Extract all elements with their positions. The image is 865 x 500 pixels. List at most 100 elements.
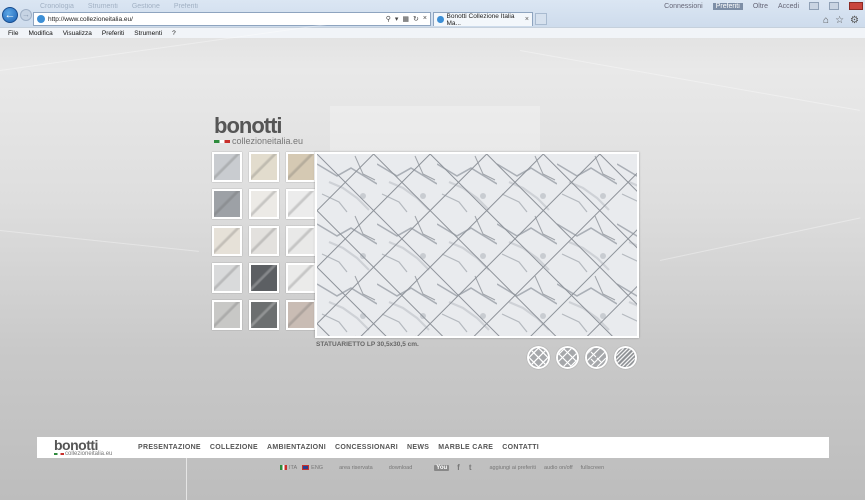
- background-panel: [330, 106, 540, 154]
- right-label: Accedi: [777, 2, 799, 10]
- diamond-pattern-icon: [529, 348, 548, 367]
- marble-thumbnail[interactable]: [286, 263, 316, 293]
- footer-navbar: bonotti collezioneitalia.eu PRESENTAZION…: [37, 437, 829, 458]
- pattern-selector: [527, 346, 637, 369]
- decorative-line: [186, 458, 187, 500]
- home-icon[interactable]: ⌂: [823, 15, 829, 26]
- facebook-icon[interactable]: f: [457, 463, 460, 472]
- marble-thumbnail[interactable]: [286, 300, 316, 330]
- tab-title: Bonotti Collezione Italia Ma...: [446, 12, 515, 27]
- menu-preferiti[interactable]: Preferiti: [102, 30, 124, 37]
- marble-thumbnail[interactable]: [249, 300, 279, 330]
- diagonal-pattern-icon: [558, 348, 577, 367]
- lang-ita-label: ITA: [289, 464, 298, 471]
- area-riservata-link[interactable]: area riservata: [339, 465, 373, 471]
- pattern-diagonal-button[interactable]: [556, 346, 579, 369]
- nav-ambientazioni[interactable]: AMBIENTAZIONI: [267, 444, 326, 451]
- nav-news[interactable]: NEWS: [407, 444, 429, 451]
- fullscreen-link[interactable]: fullscreen: [581, 465, 605, 471]
- faded-item: Preferiti: [173, 3, 198, 10]
- herringbone-pattern-icon: [587, 348, 606, 367]
- main-nav: PRESENTAZIONE COLLEZIONE AMBIENTAZIONI C…: [138, 444, 539, 451]
- menu-bar: File Modifica Visualizza Preferiti Strum…: [0, 27, 865, 38]
- marble-thumbnail-grid: [212, 152, 316, 330]
- menu-file[interactable]: File: [8, 30, 18, 37]
- new-tab-button[interactable]: [535, 13, 547, 25]
- marble-vein: [0, 230, 199, 252]
- italy-flag-icon: [280, 465, 287, 470]
- url-text[interactable]: http://www.collezioneitalia.eu/: [48, 16, 386, 23]
- address-bar[interactable]: http://www.collezioneitalia.eu/ ⚲ ▾ ▦ ↻ …: [33, 12, 431, 26]
- footer-sublinks: ITA ENG area riservata download You f t …: [280, 463, 604, 472]
- right-label: Preferiti: [712, 2, 743, 10]
- menu-help[interactable]: ?: [172, 30, 176, 37]
- marble-thumbnail[interactable]: [249, 263, 279, 293]
- marble-thumbnail[interactable]: [212, 152, 242, 182]
- dropdown-icon[interactable]: ▾: [395, 15, 399, 23]
- stripe-pattern-icon: [616, 348, 635, 367]
- site-logo[interactable]: bonotti collezioneitalia.eu: [214, 115, 303, 146]
- marble-thumbnail[interactable]: [286, 189, 316, 219]
- logo-domain: collezioneitalia.eu: [232, 136, 304, 146]
- marble-thumbnail[interactable]: [212, 263, 242, 293]
- refresh-icon[interactable]: ↻: [413, 15, 419, 23]
- italian-flag-icon: [214, 139, 230, 143]
- compat-icon[interactable]: ▦: [402, 15, 409, 23]
- pattern-herringbone-button[interactable]: [585, 346, 608, 369]
- nav-concessionari[interactable]: CONCESSIONARI: [335, 444, 398, 451]
- right-label: Connessioni: [664, 2, 703, 10]
- browser-chrome: Cronologia Strumenti Gestione Preferiti …: [0, 0, 865, 38]
- marble-tiles-svg: [317, 154, 637, 336]
- menu-strumenti[interactable]: Strumenti: [134, 30, 162, 37]
- tab-favicon-icon: [437, 16, 444, 23]
- favorites-star-icon[interactable]: ☆: [835, 15, 844, 26]
- nav-marble-care[interactable]: MARBLE CARE: [438, 444, 493, 451]
- pattern-diamond-button[interactable]: [527, 346, 550, 369]
- marble-thumbnail[interactable]: [249, 152, 279, 182]
- nav-contatti[interactable]: CONTATTI: [502, 444, 539, 451]
- marble-thumbnail[interactable]: [212, 300, 242, 330]
- site-favicon-icon: [37, 15, 45, 23]
- stop-icon[interactable]: ×: [423, 15, 427, 23]
- faded-item: Strumenti: [87, 3, 118, 10]
- menu-modifica[interactable]: Modifica: [28, 30, 52, 37]
- marble-vein: [519, 50, 860, 111]
- twitter-icon[interactable]: t: [469, 463, 472, 472]
- footer-logo-brand: bonotti: [54, 436, 98, 453]
- lang-ita[interactable]: ITA: [280, 465, 297, 471]
- audio-toggle-link[interactable]: audio on/off: [544, 465, 573, 471]
- add-favorites-link[interactable]: aggiungi ai preferiti: [490, 465, 536, 471]
- footer-logo[interactable]: bonotti collezioneitalia.eu: [54, 436, 116, 457]
- right-label: Oltre: [752, 2, 768, 10]
- footer-logo-domain: collezioneitalia.eu: [65, 450, 113, 457]
- marble-thumbnail[interactable]: [249, 189, 279, 219]
- nav-presentazione[interactable]: PRESENTAZIONE: [138, 444, 201, 451]
- uk-flag-icon: [302, 465, 310, 470]
- marble-thumbnail[interactable]: [249, 226, 279, 256]
- gear-icon[interactable]: ⚙: [850, 15, 859, 26]
- maximize-button[interactable]: [829, 2, 839, 10]
- forward-button[interactable]: →: [20, 9, 32, 21]
- tab-close-icon[interactable]: ×: [525, 16, 529, 23]
- browser-tab[interactable]: Bonotti Collezione Italia Ma... ×: [433, 12, 533, 27]
- faded-menu: Cronologia Strumenti Gestione Preferiti: [40, 3, 665, 11]
- marble-thumbnail[interactable]: [286, 226, 316, 256]
- close-window-button[interactable]: [849, 2, 863, 10]
- pattern-stripe-button[interactable]: [614, 346, 637, 369]
- lang-eng[interactable]: ENG: [302, 465, 323, 471]
- marble-thumbnail[interactable]: [212, 189, 242, 219]
- marble-vein: [659, 217, 861, 261]
- menu-visualizza[interactable]: Visualizza: [63, 30, 92, 37]
- download-link[interactable]: download: [389, 465, 413, 471]
- back-button[interactable]: ←: [2, 7, 18, 23]
- youtube-icon[interactable]: You: [434, 464, 450, 471]
- minimize-button[interactable]: [809, 2, 819, 10]
- marble-thumbnail[interactable]: [212, 226, 242, 256]
- nav-collezione[interactable]: COLLEZIONE: [210, 444, 258, 451]
- italian-flag-icon: [54, 452, 64, 455]
- marble-thumbnail[interactable]: [286, 152, 316, 182]
- search-icon[interactable]: ⚲: [386, 15, 391, 23]
- tile-caption: STATUARIETTO LP 30,5x30,5 cm.: [316, 341, 419, 348]
- lang-eng-label: ENG: [311, 464, 324, 471]
- address-buttons: ⚲ ▾ ▦ ↻ ×: [386, 15, 430, 23]
